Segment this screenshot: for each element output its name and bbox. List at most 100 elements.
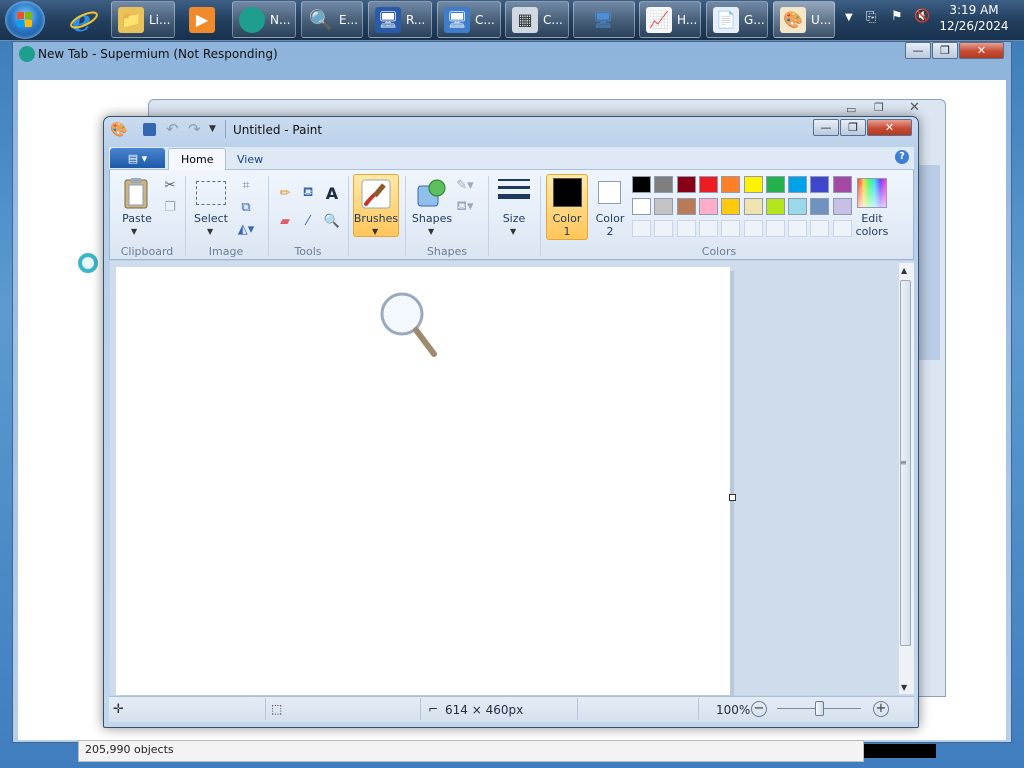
palette-custom-slot[interactable] xyxy=(743,220,763,237)
palette-color-swatch[interactable] xyxy=(654,176,674,193)
dialog-close-icon[interactable]: ✕ xyxy=(909,100,920,115)
browser-close-button[interactable]: ✕ xyxy=(959,42,1004,59)
palette-color-swatch[interactable] xyxy=(788,176,808,193)
paint-close-button[interactable]: ✕ xyxy=(867,119,912,136)
palette-color-swatch[interactable] xyxy=(654,198,674,215)
taskbar-button-chart-app[interactable]: 📈 H... xyxy=(639,1,701,38)
taskbar-button-remote[interactable]: 🖥 R... xyxy=(368,1,432,38)
copy-icon[interactable]: ❐ xyxy=(160,197,180,217)
palette-color-swatch[interactable] xyxy=(810,198,830,215)
paste-dropdown-icon[interactable]: ▼ xyxy=(131,227,137,236)
palette-color-swatch[interactable] xyxy=(832,176,852,193)
palette-custom-slot[interactable] xyxy=(765,220,785,237)
size-dropdown-icon[interactable]: ▼ xyxy=(510,227,516,236)
size-button[interactable]: Size xyxy=(493,212,535,225)
paint-maximize-button[interactable]: ❐ xyxy=(840,119,866,136)
taskbar-button-calculator[interactable]: ▦ C... xyxy=(505,1,569,38)
clock-time: 3:19 AM xyxy=(949,3,999,17)
palette-color-swatch[interactable] xyxy=(765,198,785,215)
zoom-out-button[interactable]: − xyxy=(751,701,767,717)
shapes-dropdown-icon[interactable]: ▼ xyxy=(428,227,434,236)
palette-custom-slot[interactable] xyxy=(698,220,718,237)
palette-color-swatch[interactable] xyxy=(721,198,741,215)
taskbar-button-libraries[interactable]: 📁 Li... xyxy=(111,1,175,38)
status-separator xyxy=(698,698,699,720)
palette-custom-slot[interactable] xyxy=(788,220,808,237)
scroll-down-icon[interactable]: ▼ xyxy=(901,683,907,692)
tab-home[interactable]: Home xyxy=(168,148,227,170)
cut-icon[interactable]: ✂ xyxy=(160,175,180,195)
canvas-resize-handle[interactable] xyxy=(729,494,736,501)
tray-expand-chevron-icon[interactable]: ▼ xyxy=(845,12,853,23)
palette-color-swatch[interactable] xyxy=(698,176,718,193)
fill-bucket-icon[interactable]: ⛾ xyxy=(298,183,318,203)
help-icon[interactable]: ? xyxy=(895,150,909,164)
palette-color-swatch[interactable] xyxy=(721,176,741,193)
save-icon[interactable] xyxy=(143,123,156,136)
magnifier-tool-icon[interactable]: 🔍 xyxy=(322,211,342,231)
paint-app-icon[interactable]: 🎨 xyxy=(110,122,127,138)
select-button[interactable]: Select xyxy=(190,212,232,225)
internet-explorer-icon[interactable]: e xyxy=(64,2,104,38)
paste-button[interactable]: Paste xyxy=(116,212,158,225)
rotate-icon[interactable]: ◭▾ xyxy=(236,219,256,239)
zoom-slider-thumb[interactable] xyxy=(815,701,824,716)
zoom-in-button[interactable]: + xyxy=(873,701,889,717)
taskbar-button-supermium[interactable]: N... xyxy=(232,1,296,38)
palette-custom-slot[interactable] xyxy=(810,220,830,237)
palette-color-swatch[interactable] xyxy=(698,198,718,215)
edit-colors-button[interactable]: Edit xyxy=(850,212,894,225)
paste-icon xyxy=(120,176,152,210)
palette-color-swatch[interactable] xyxy=(676,176,696,193)
select-dropdown-icon[interactable]: ▼ xyxy=(207,227,213,236)
folder-icon: 📁 xyxy=(118,6,144,33)
network-tray-icon[interactable]: ⎘ xyxy=(866,10,876,25)
taskbar-button-everything[interactable]: 🔍 E... xyxy=(301,1,363,38)
crop-icon[interactable]: ⌗ xyxy=(236,175,256,195)
palette-custom-slot[interactable] xyxy=(721,220,741,237)
cursor-position-icon: ✛ xyxy=(113,702,124,717)
palette-color-swatch[interactable] xyxy=(632,176,651,193)
taskbar-button-media-player[interactable]: ▶ xyxy=(182,1,226,38)
start-button[interactable] xyxy=(5,1,45,39)
taskbar-button-control-panel[interactable]: 🖥 C... xyxy=(437,1,501,38)
pencil-icon[interactable]: ✏ xyxy=(275,183,295,203)
redo-icon[interactable]: ↷ xyxy=(188,120,201,138)
tab-view[interactable]: View xyxy=(225,149,275,170)
browser-maximize-button[interactable]: ❐ xyxy=(932,42,958,59)
palette-color-swatch[interactable] xyxy=(743,176,763,193)
taskbar-button-network[interactable]: 🖥 xyxy=(573,1,635,38)
quick-access-dropdown-icon[interactable]: ▼ xyxy=(209,124,216,134)
group-separator xyxy=(185,176,186,256)
clock[interactable]: 3:19 AM 12/26/2024 xyxy=(930,2,1018,34)
outline-icon[interactable]: ✎▾ xyxy=(455,175,475,195)
palette-color-swatch[interactable] xyxy=(832,198,852,215)
browser-minimize-button[interactable]: — xyxy=(905,42,931,59)
palette-color-swatch[interactable] xyxy=(676,198,696,215)
palette-custom-slot[interactable] xyxy=(832,220,852,237)
dialog-maximize-icon[interactable]: ❐ xyxy=(874,101,884,114)
palette-custom-slot[interactable] xyxy=(654,220,674,237)
dialog-minimize-icon[interactable]: ▭ xyxy=(846,103,856,116)
shapes-button[interactable]: Shapes xyxy=(409,212,455,225)
undo-icon[interactable]: ↶ xyxy=(166,120,179,138)
scroll-up-icon[interactable]: ▲ xyxy=(901,266,907,275)
taskbar-button-document[interactable]: 📄 G... xyxy=(706,1,768,38)
palette-custom-slot[interactable] xyxy=(676,220,696,237)
fill-icon[interactable]: ⛾▾ xyxy=(455,197,475,217)
resize-icon[interactable]: ⧉ xyxy=(236,197,256,217)
palette-color-swatch[interactable] xyxy=(788,198,808,215)
taskbar-button-paint[interactable]: 🎨 U... xyxy=(773,1,835,38)
paint-menu-button[interactable]: ▤ ▾ xyxy=(110,148,165,168)
text-tool-icon[interactable]: A xyxy=(322,183,342,203)
paint-minimize-button[interactable]: — xyxy=(813,119,839,136)
palette-color-swatch[interactable] xyxy=(632,198,651,215)
action-center-flag-icon[interactable]: ⚑ xyxy=(891,9,903,24)
volume-muted-icon[interactable]: 🔇 xyxy=(914,9,930,24)
palette-color-swatch[interactable] xyxy=(765,176,785,193)
eraser-icon[interactable]: ▰ xyxy=(275,211,295,231)
palette-color-swatch[interactable] xyxy=(810,176,830,193)
palette-color-swatch[interactable] xyxy=(743,198,763,215)
palette-custom-slot[interactable] xyxy=(632,220,651,237)
color-picker-icon[interactable]: ⁄ xyxy=(298,211,318,231)
